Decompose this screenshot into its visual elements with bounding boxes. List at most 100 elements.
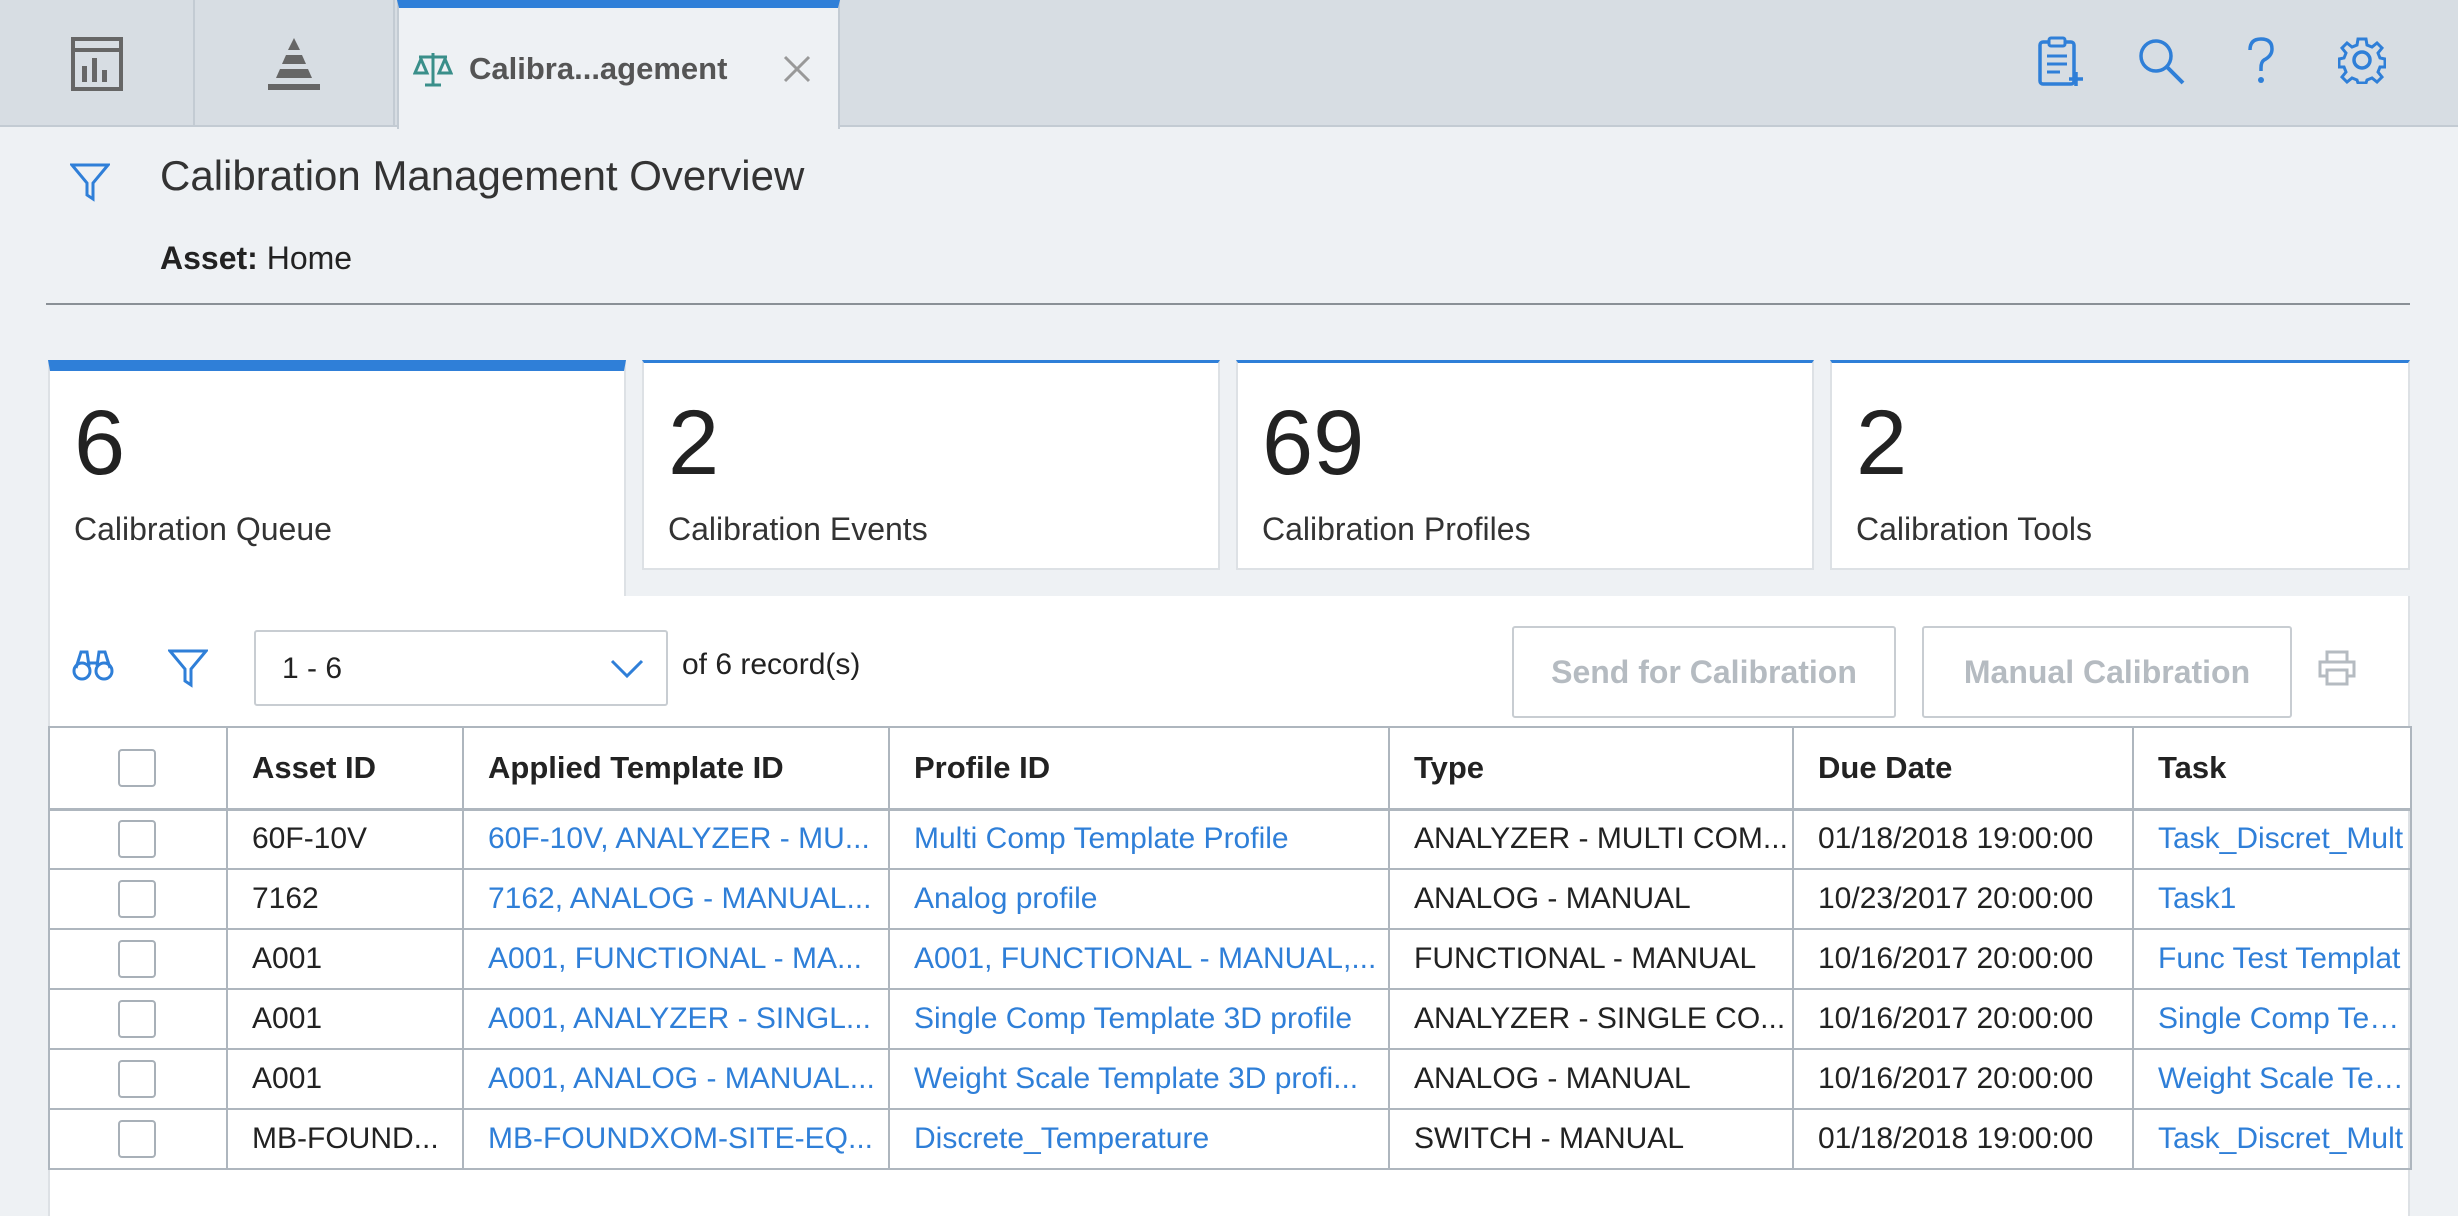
page-range-select[interactable]: 1 - 6 [254,630,668,706]
applied-template-link[interactable]: A001, FUNCTIONAL - MA... [462,928,890,990]
table-header-row: Asset ID Applied Template ID Profile ID … [48,726,2412,811]
task-link[interactable]: Weight Scale Temp [2132,1048,2412,1110]
asset-id-cell: A001 [226,928,464,990]
row-select-cell [48,928,228,990]
row-checkbox[interactable] [118,1120,156,1158]
task-link[interactable]: Task1 [2132,868,2412,930]
profile-link[interactable]: Weight Scale Template 3D profi... [888,1048,1390,1110]
gear-icon[interactable] [2337,36,2387,89]
app-tab-bar: Calibra...agement [0,0,2458,129]
card-count: 2 [668,392,720,494]
pyramid-icon [268,37,320,90]
table-row: 60F-10V 60F-10V, ANALYZER - MU... Multi … [48,808,2412,870]
asset-id-cell: 7162 [226,868,464,930]
column-header[interactable]: Asset ID [226,726,464,811]
type-cell: ANALOG - MANUAL [1388,868,1794,930]
task-link[interactable]: Task_Discret_Mult [2132,808,2412,870]
task-link[interactable]: Task_Discret_Mult [2132,1108,2412,1170]
tab-dashboard[interactable] [0,0,195,127]
card-count: 2 [1856,392,1908,494]
row-checkbox[interactable] [118,820,156,859]
row-select-cell [48,1048,228,1110]
table-row: 7162 7162, ANALOG - MANUAL... Analog pro… [48,868,2412,930]
calibration-queue-table: Asset ID Applied Template ID Profile ID … [48,726,2412,1170]
tab-label: Calibra...agement [469,50,728,86]
row-select-cell [48,988,228,1050]
filter-icon[interactable] [166,648,210,693]
column-header[interactable]: Profile ID [888,726,1390,811]
select-all-checkbox[interactable] [118,748,156,787]
applied-template-link[interactable]: A001, ANALOG - MANUAL... [462,1048,890,1110]
profile-link[interactable]: Discrete_Temperature [888,1108,1390,1170]
row-checkbox[interactable] [118,1060,156,1098]
search-icon[interactable] [2136,36,2186,91]
table-row: A001 A001, ANALYZER - SINGL... Single Co… [48,988,2412,1050]
column-header[interactable]: Applied Template ID [462,726,890,811]
due-date-cell: 10/16/2017 20:00:00 [1792,1048,2134,1110]
page-title: Calibration Management Overview [160,152,805,199]
clipboard-add-icon[interactable] [2036,36,2086,93]
tab-hierarchy[interactable] [195,0,395,127]
card-label: Calibration Profiles [1262,511,1531,547]
asset-id-cell: MB-FOUND... [226,1108,464,1170]
profile-link[interactable]: Single Comp Template 3D profile [888,988,1390,1050]
due-date-cell: 10/23/2017 20:00:00 [1792,868,2134,930]
table-row: A001 A001, ANALOG - MANUAL... Weight Sca… [48,1048,2412,1110]
asset-id-cell: 60F-10V [226,808,464,870]
card-calibration-events[interactable]: 2 Calibration Events [642,360,1220,570]
table-row: A001 A001, FUNCTIONAL - MA... A001, FUNC… [48,928,2412,990]
help-icon[interactable] [2246,36,2276,91]
card-count: 6 [74,392,126,494]
manual-calibration-button[interactable]: Manual Calibration [1922,626,2292,718]
asset-id-cell: A001 [226,988,464,1050]
due-date-cell: 10/16/2017 20:00:00 [1792,988,2134,1050]
row-checkbox[interactable] [118,880,156,918]
task-link[interactable]: Func Test Templat [2132,928,2412,990]
scales-icon [413,52,453,86]
card-calibration-profiles[interactable]: 69 Calibration Profiles [1236,360,1814,570]
asset-context: Asset: Home [160,240,352,277]
profile-link[interactable]: A001, FUNCTIONAL - MANUAL,... [888,928,1390,990]
page-range-value: 1 - 6 [282,652,343,685]
select-all-cell [48,726,228,811]
column-header[interactable]: Type [1388,726,1794,811]
table-row: MB-FOUND... MB-FOUNDXOM-SITE-EQ... Discr… [48,1108,2412,1170]
row-select-cell [48,1108,228,1170]
card-count: 69 [1262,392,1365,494]
send-for-calibration-button[interactable]: Send for Calibration [1512,626,1896,718]
binoculars-icon[interactable] [72,648,114,687]
row-select-cell [48,868,228,930]
row-checkbox[interactable] [118,1000,156,1038]
card-calibration-tools[interactable]: 2 Calibration Tools [1830,360,2410,570]
type-cell: FUNCTIONAL - MANUAL [1388,928,1794,990]
applied-template-link[interactable]: 60F-10V, ANALYZER - MU... [462,808,890,870]
dashboard-icon [70,36,123,91]
card-label: Calibration Tools [1856,511,2092,547]
due-date-cell: 10/16/2017 20:00:00 [1792,928,2134,990]
print-icon[interactable] [2318,650,2356,691]
due-date-cell: 01/18/2018 19:00:00 [1792,1108,2134,1170]
row-checkbox[interactable] [118,940,156,978]
type-cell: ANALYZER - MULTI COM... [1388,808,1794,870]
tab-calibration-management[interactable]: Calibra...agement [397,0,840,129]
asset-id-cell: A001 [226,1048,464,1110]
card-calibration-queue[interactable]: 6 Calibration Queue [48,360,626,600]
applied-template-link[interactable]: A001, ANALYZER - SINGL... [462,988,890,1050]
profile-link[interactable]: Multi Comp Template Profile [888,808,1390,870]
column-header[interactable]: Due Date [1792,726,2134,811]
card-label: Calibration Queue [74,511,332,547]
close-icon[interactable] [782,54,812,89]
applied-template-link[interactable]: 7162, ANALOG - MANUAL... [462,868,890,930]
chevron-down-icon [610,659,644,679]
type-cell: ANALOG - MANUAL [1388,1048,1794,1110]
column-header[interactable]: Task [2132,726,2412,811]
due-date-cell: 01/18/2018 19:00:00 [1792,808,2134,870]
profile-link[interactable]: Analog profile [888,868,1390,930]
filter-icon[interactable] [68,162,112,207]
applied-template-link[interactable]: MB-FOUNDXOM-SITE-EQ... [462,1108,890,1170]
card-label: Calibration Events [668,511,928,547]
asset-value: Home [266,240,353,276]
record-count: of 6 record(s) [682,648,861,681]
task-link[interactable]: Single Comp Temp [2132,988,2412,1050]
row-select-cell [48,808,228,870]
